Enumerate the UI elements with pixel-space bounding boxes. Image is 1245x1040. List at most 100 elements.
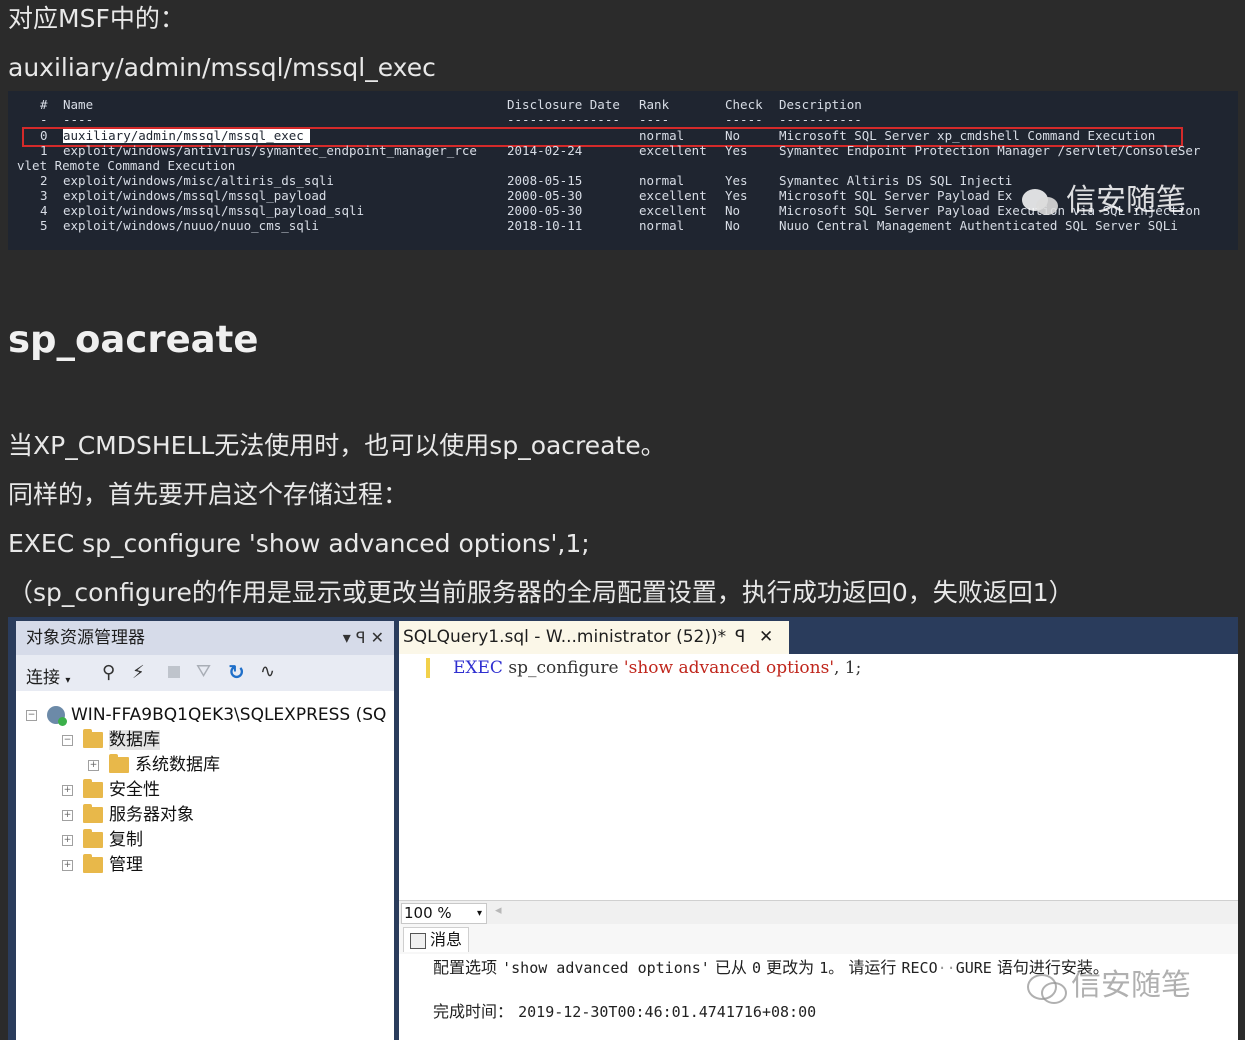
refresh-icon[interactable]: ↻ <box>228 660 245 684</box>
messages-output: 配置选项 'show advanced options' 已从 0 更改为 1。… <box>399 954 1238 1040</box>
col-date-header: Disclosure Date <box>507 97 620 112</box>
completion-time: 2019-12-30T00:46:01.4741716+08:00 <box>518 1003 817 1021</box>
query-tab[interactable]: SQLQuery1.sql - W...ministrator (52))* ꟼ… <box>399 621 789 654</box>
expand-icon[interactable]: + <box>62 859 73 871</box>
row-check: Yes <box>725 188 748 203</box>
messages-tab-label: 消息 <box>430 930 463 949</box>
row-desc: Symantec Endpoint Protection Manager /se… <box>779 143 1201 158</box>
intro-line-1: 对应MSF中的： <box>8 4 185 33</box>
expand-icon[interactable]: + <box>62 784 73 796</box>
zoom-select[interactable]: 100 % ▾ <box>401 903 487 924</box>
query-tab-title: SQLQuery1.sql - W...ministrator (52))* <box>403 627 727 647</box>
row-name: exploit/windows/mssql/mssql_payload <box>63 188 327 203</box>
node-label: 系统数据库 <box>135 755 220 775</box>
sql-rest: , 1; <box>834 658 862 678</box>
filter-icon[interactable]: ⛛ <box>196 661 211 682</box>
row-rank: excellent <box>639 203 707 218</box>
tree-node-management[interactable]: + 管理 <box>62 853 143 877</box>
close-icon[interactable]: ✕ <box>759 621 773 654</box>
tree-node-server[interactable]: − WIN-FFA9BQ1QEK3\SQLEXPRESS (SQ <box>26 703 386 727</box>
row-rank: excellent <box>639 143 707 158</box>
scroll-left-icon[interactable]: ◂ <box>495 903 502 918</box>
folder-icon <box>83 854 103 873</box>
server-icon <box>47 706 67 726</box>
col-date-underline: --------------- <box>507 112 620 127</box>
col-check-header: Check <box>725 97 763 112</box>
messages-tab[interactable]: 消息 <box>403 927 470 952</box>
paragraph-3: EXEC sp_configure 'show advanced options… <box>8 529 590 558</box>
tree-node-server-objects[interactable]: + 服务器对象 <box>62 803 194 827</box>
col-check-underline: ----- <box>725 112 763 127</box>
activity-monitor-icon[interactable]: ∿ <box>260 661 275 682</box>
row-rank: normal <box>639 173 685 188</box>
terminal-row: 2 exploit/windows/misc/altiris_ds_sqli 2… <box>8 173 1012 188</box>
wechat-icon <box>1027 972 1067 1004</box>
msg-changed: 更改为 <box>766 958 815 977</box>
zoom-bar: 100 % ▾ ◂ <box>399 900 1238 925</box>
wechat-icon <box>1022 187 1060 217</box>
stop-icon[interactable] <box>168 666 180 678</box>
change-marker <box>426 658 430 678</box>
msg-reconf2: GURE <box>955 959 992 977</box>
row-num: 3 <box>40 188 48 203</box>
row-num: 4 <box>40 203 48 218</box>
completion-label: 完成时间： <box>433 1002 514 1021</box>
row-check: Yes <box>725 143 748 158</box>
query-text[interactable]: EXEC sp_configure 'show advanced options… <box>453 658 861 678</box>
query-editor[interactable]: EXEC sp_configure 'show advanced options… <box>399 654 1238 900</box>
col-rank-underline: ---- <box>639 112 670 127</box>
msg-run: 请运行 <box>848 958 897 977</box>
sql-proc: sp_configure <box>508 658 619 678</box>
expand-icon[interactable]: + <box>62 834 73 846</box>
terminal-row: 3 exploit/windows/mssql/mssql_payload 20… <box>8 188 1012 203</box>
zoom-value: 100 % <box>404 904 452 922</box>
collapse-icon[interactable]: − <box>26 709 37 721</box>
object-explorer-title: 对象资源管理器 <box>26 628 145 648</box>
server-label: WIN-FFA9BQ1QEK3\SQLEXPRESS (SQ <box>71 705 387 725</box>
paragraph-1: 当XP_CMDSHELL无法使用时，也可以使用sp_oacreate。 <box>8 431 666 460</box>
msg-option: 'show advanced options' <box>502 959 710 977</box>
msg-reconf: RECO <box>901 959 938 977</box>
row-desc: Symantec Altiris DS SQL Injecti <box>779 173 1013 188</box>
tree-node-databases[interactable]: − 数据库 <box>62 728 160 752</box>
folder-icon <box>83 729 103 748</box>
messages-tab-strip: 消息 <box>399 924 1238 954</box>
expand-icon[interactable]: + <box>62 809 73 821</box>
pin-icon[interactable]: ꟼ <box>735 621 745 654</box>
row-num: 2 <box>40 173 48 188</box>
sql-keyword: EXEC <box>453 658 503 678</box>
connect-plug-icon[interactable]: ⚲ <box>102 662 115 683</box>
expand-icon[interactable]: + <box>88 759 99 771</box>
disconnect-icon[interactable]: ⚡ <box>132 662 145 683</box>
watermark-text: 信安随笔 <box>1071 968 1191 1003</box>
msg-prefix: 配置选项 <box>433 958 498 977</box>
intro-module-path: auxiliary/admin/mssql/mssql_exec <box>8 53 436 82</box>
connect-button[interactable]: 连接 ▾ <box>26 663 70 688</box>
node-label: 复制 <box>109 830 143 850</box>
paragraph-2: 同样的，首先要开启这个存储过程： <box>8 480 409 509</box>
row-rank: normal <box>639 218 685 233</box>
row-desc-wrap: vlet Remote Command Execution <box>17 158 236 173</box>
watermark: 信安随笔 <box>1022 175 1186 219</box>
panel-controls[interactable]: ▾ ꟼ ✕ <box>343 621 384 655</box>
terminal-row: 1 exploit/windows/antivirus/symantec_end… <box>8 143 1200 158</box>
tree-node-security[interactable]: + 安全性 <box>62 778 160 802</box>
col-name-header: Name <box>63 97 94 112</box>
row-num: 5 <box>40 218 48 233</box>
row-date: 2008-05-15 <box>507 173 583 188</box>
col-num-header: # <box>40 97 48 112</box>
watermark-text: 信安随笔 <box>1066 183 1186 218</box>
collapse-icon[interactable]: − <box>62 734 73 746</box>
folder-icon <box>83 779 103 798</box>
row-date: 2000-05-30 <box>507 203 583 218</box>
terminal-wrap-line: vlet Remote Command Execution <box>8 158 235 173</box>
col-desc-header: Description <box>779 97 862 112</box>
object-explorer-title-bar: 对象资源管理器 ▾ ꟼ ✕ <box>16 621 394 655</box>
completion-line: 完成时间： 2019-12-30T00:46:01.4741716+08:00 <box>433 998 816 1022</box>
terminal-row: 4 exploit/windows/mssql/mssql_payload_sq… <box>8 203 1200 218</box>
tree-node-replication[interactable]: + 复制 <box>62 828 143 852</box>
row-name: exploit/windows/nuuo/nuuo_cms_sqli <box>63 218 319 233</box>
row-name: exploit/windows/mssql/mssql_payload_sqli <box>63 203 365 218</box>
row-desc: Microsoft SQL Server Payload Ex <box>779 188 1013 203</box>
tree-node-system-databases[interactable]: + 系统数据库 <box>88 753 220 777</box>
